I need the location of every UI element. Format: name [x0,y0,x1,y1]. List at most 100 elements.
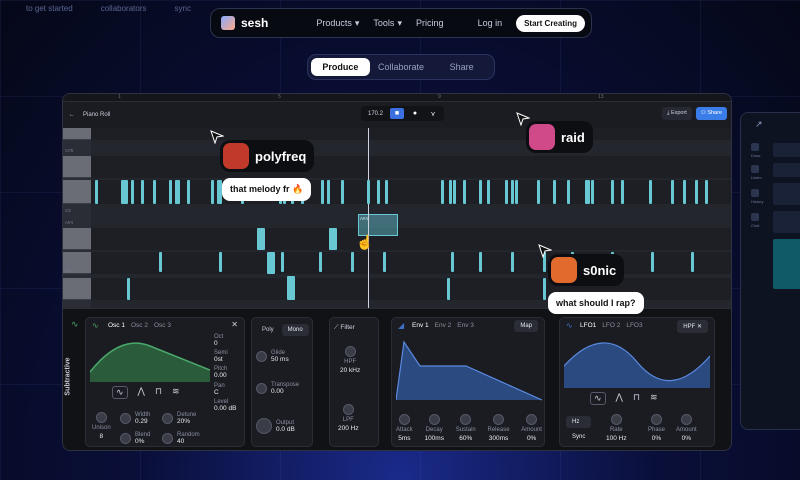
lfo-waveform[interactable] [564,336,710,388]
note[interactable] [321,180,324,204]
note[interactable] [479,252,482,272]
semi-value[interactable]: 0st [214,356,236,363]
tab-env1[interactable]: Env 1 [412,322,429,329]
blend-knob[interactable] [120,433,131,444]
tab-produce[interactable]: Produce [311,58,370,76]
note[interactable] [377,180,380,204]
poly-button[interactable]: Poly [256,324,280,336]
note[interactable] [385,180,388,204]
note[interactable] [281,252,284,272]
note[interactable] [511,180,514,204]
nav-tools[interactable]: Tools ▾ [373,18,402,29]
tab-osc2[interactable]: Osc 2 [131,322,148,329]
note[interactable] [463,180,466,204]
tab-osc1[interactable]: Osc 1 [108,322,125,329]
note[interactable] [567,180,570,204]
close-icon[interactable]: ✕ [231,320,238,329]
output-knob[interactable] [256,418,272,434]
glide-knob[interactable] [256,351,267,362]
export-button[interactable]: ⤓ Export [661,107,692,120]
tab-env3[interactable]: Env 3 [457,322,474,329]
note[interactable] [329,228,337,250]
mono-button[interactable]: Mono [281,324,309,336]
note[interactable] [95,180,98,204]
note[interactable] [267,252,275,274]
hz-button[interactable]: Hz [566,416,592,428]
note[interactable] [505,180,508,204]
tab-lfo2[interactable]: LFO 2 [602,322,620,329]
side-item-listen[interactable]: Listen [751,165,762,180]
pitch-value[interactable]: 0.00 [214,372,236,379]
release-knob[interactable] [493,414,505,425]
note[interactable] [383,252,386,272]
note[interactable] [453,180,456,204]
note[interactable] [591,180,594,204]
back-arrow-icon[interactable]: ← [69,112,75,118]
map-button[interactable]: Map [514,320,538,332]
note[interactable] [621,180,624,204]
note[interactable] [219,252,222,272]
note[interactable] [131,180,134,204]
width-knob[interactable] [120,413,131,424]
note[interactable] [611,180,614,204]
attack-knob[interactable] [398,414,410,425]
note[interactable] [691,252,694,272]
oct-value[interactable]: 0 [214,340,236,347]
playhead[interactable] [368,128,369,308]
record-icon[interactable]: ● [408,108,422,119]
noise-wave-icon[interactable]: ≋ [172,386,180,399]
nav-products[interactable]: Products ▾ [316,18,359,29]
note[interactable] [177,180,180,204]
rate-knob[interactable] [610,414,622,425]
tab-lfo3[interactable]: LFO3 [626,322,642,329]
note[interactable] [341,180,344,204]
note[interactable] [153,180,156,204]
share-button[interactable]: ⚇ Share [695,107,727,120]
note[interactable] [487,180,490,204]
unison-knob[interactable] [95,412,107,423]
lfo-square-icon[interactable]: ⊓ [633,392,640,405]
note[interactable] [683,180,686,204]
note[interactable] [451,252,454,272]
sync-button[interactable]: Sync [566,431,591,443]
nav-pricing[interactable]: Pricing [416,18,444,28]
level-value[interactable]: 0.00 dB [214,405,236,412]
note[interactable] [553,180,556,204]
note[interactable] [127,278,130,300]
note[interactable] [125,180,128,204]
tab-osc3[interactable]: Osc 3 [154,322,171,329]
lfo-triangle-icon[interactable]: ⋀ [616,392,623,405]
note[interactable] [649,180,652,204]
triangle-wave-icon[interactable]: ⋀ [138,386,145,399]
note[interactable] [169,180,172,204]
brand-logo[interactable]: sesh [221,16,268,30]
note[interactable] [695,180,698,204]
lfo-amount-knob[interactable] [680,414,692,425]
note-grid[interactable]: A#4 [91,128,731,308]
sustain-knob[interactable] [460,414,472,425]
square-wave-icon[interactable]: ⊓ [155,386,162,399]
note[interactable] [327,180,330,204]
timeline-ruler[interactable]: 1 5 9 13 [63,94,731,102]
note[interactable] [441,180,444,204]
note[interactable] [515,180,518,204]
note[interactable] [319,252,322,272]
random-knob[interactable] [162,433,173,444]
note[interactable] [351,252,354,272]
note[interactable] [705,180,708,204]
envelope-graph[interactable] [396,336,542,402]
lfo-target-button[interactable]: HPF ✕ [677,320,708,333]
tab-share[interactable]: Share [432,58,491,76]
note[interactable] [651,252,654,272]
bpm-display[interactable]: 170.2 [365,109,386,119]
note[interactable] [141,180,144,204]
note[interactable] [511,252,514,272]
side-item-chat[interactable]: Chat [751,213,759,228]
note[interactable] [543,278,546,300]
note[interactable] [447,278,450,300]
lfo-sine-icon[interactable]: ∿ [590,392,606,405]
side-item-draw[interactable]: Draw [751,143,760,158]
note[interactable] [479,180,482,204]
lpf-knob[interactable] [342,404,354,415]
phase-knob[interactable] [651,414,662,425]
